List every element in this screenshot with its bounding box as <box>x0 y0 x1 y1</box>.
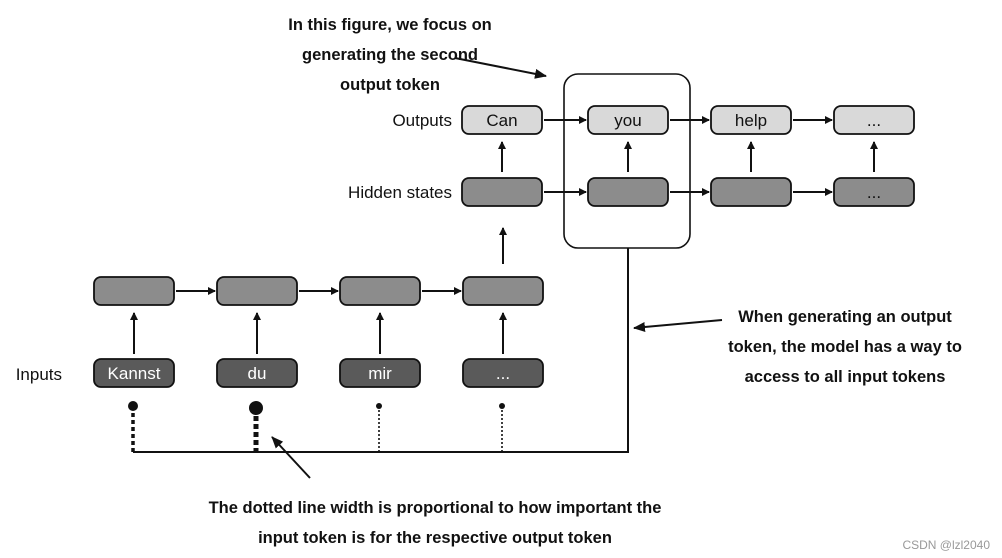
top-annotation: In this figure, we focus on generating t… <box>288 16 492 94</box>
input-token-box: mir <box>339 358 421 388</box>
svg-text:input token is for the respect: input token is for the respective output… <box>258 529 612 547</box>
svg-text:generating the second: generating the second <box>302 46 478 64</box>
input-token-text: Kannst <box>108 364 161 383</box>
input-token-box: Kannst <box>93 358 175 388</box>
attention-diagram: Outputs Hidden states Inputs Can you help.… <box>16 16 991 552</box>
input-token-text: ... <box>496 364 510 383</box>
input-token-text: mir <box>368 364 392 383</box>
hidden-states-label: Hidden states <box>348 183 452 202</box>
encoder-state-box <box>462 276 544 306</box>
output-token-text: ... <box>867 111 881 130</box>
attention-dot <box>499 403 505 409</box>
watermark: CSDN @lzl2040 <box>902 538 990 552</box>
hidden-state-box <box>587 177 669 207</box>
hidden-state-box <box>461 177 543 207</box>
diagram: Outputs Hidden states Inputs Can you help.… <box>0 0 1002 558</box>
svg-text:In this figure, we focus on: In this figure, we focus on <box>288 16 492 34</box>
svg-text:output token: output token <box>340 76 440 94</box>
right-annotation: When generating an output token, the mod… <box>728 308 962 386</box>
hidden-state-box: ... <box>833 177 915 207</box>
output-token-box: you <box>587 105 669 135</box>
attention-dot <box>128 401 138 411</box>
right-annotation-arrow <box>633 319 723 332</box>
output-token-text: help <box>735 111 767 130</box>
svg-text:When generating an output: When generating an output <box>738 308 952 326</box>
hidden-state-box <box>710 177 792 207</box>
output-token-box: ... <box>833 105 915 135</box>
output-token-box: help <box>710 105 792 135</box>
svg-text:The dotted line width is propo: The dotted line width is proportional to… <box>209 499 662 517</box>
input-token-text: du <box>248 364 267 383</box>
inputs-label: Inputs <box>16 365 62 384</box>
svg-text:token, the model has a way to: token, the model has a way to <box>728 338 962 356</box>
input-token-box: ... <box>462 358 544 388</box>
hidden-state-text: ... <box>867 183 881 202</box>
output-token-text: Can <box>486 111 517 130</box>
output-token-text: you <box>614 111 641 130</box>
encoder-state-box <box>93 276 175 306</box>
input-token-box: du <box>216 358 298 388</box>
encoder-state-box <box>216 276 298 306</box>
encoder-state-box <box>339 276 421 306</box>
attention-dot <box>249 401 263 415</box>
bottom-annotation-arrow <box>271 436 311 479</box>
attention-dot <box>376 403 382 409</box>
output-token-box: Can <box>461 105 543 135</box>
bottom-annotation: The dotted line width is proportional to… <box>209 499 662 547</box>
outputs-label: Outputs <box>392 111 452 130</box>
svg-text:access to all input tokens: access to all input tokens <box>745 368 946 386</box>
